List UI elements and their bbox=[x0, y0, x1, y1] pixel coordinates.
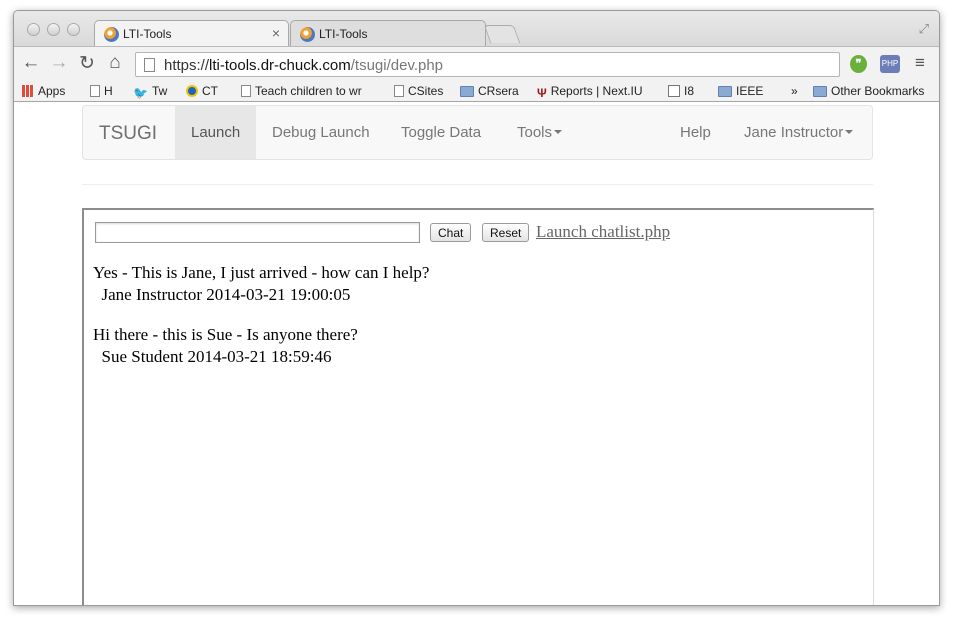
bookmark-label: Other Bookmarks bbox=[831, 84, 925, 98]
bookmark-tw[interactable]: 🐦 Tw bbox=[133, 84, 167, 100]
chat-button[interactable]: Chat bbox=[430, 223, 472, 242]
bookmark-label: CT bbox=[202, 84, 218, 98]
nav-launch[interactable]: Launch bbox=[175, 106, 257, 159]
caret-down-icon bbox=[554, 130, 563, 134]
nav-toggle-data[interactable]: Toggle Data bbox=[401, 124, 481, 141]
bookmark-csites[interactable]: CSites bbox=[394, 84, 443, 98]
reset-button[interactable]: Reset bbox=[482, 223, 530, 242]
folder-icon bbox=[718, 86, 732, 97]
url-scheme: https:// bbox=[164, 57, 210, 74]
bookmark-label: Apps bbox=[38, 84, 66, 98]
divider bbox=[82, 184, 873, 185]
nav-tools-label: Tools bbox=[517, 124, 553, 141]
bookmark-label: Tw bbox=[151, 84, 168, 98]
tool-iframe: Chat Reset Launch chatlist.php Yes - Thi… bbox=[82, 208, 874, 605]
evernote-extension-icon[interactable]: ❞ bbox=[850, 55, 867, 73]
tab-title: LTI-Tools bbox=[319, 27, 368, 41]
navbar-brand[interactable]: TSUGI bbox=[99, 123, 157, 145]
folder-icon bbox=[460, 86, 474, 97]
back-arrow-icon[interactable]: ← bbox=[20, 52, 42, 74]
lti-favicon-icon bbox=[300, 27, 315, 42]
nav-user-label: Jane Instructor bbox=[744, 124, 844, 141]
ct-icon bbox=[186, 85, 198, 97]
fullscreen-icon[interactable]: ⤢ bbox=[919, 21, 929, 37]
page-icon bbox=[241, 85, 251, 97]
caret-down-icon bbox=[845, 130, 854, 134]
bookmark-label: Teach children to wr bbox=[255, 84, 362, 98]
nav-tools-dropdown[interactable]: Tools bbox=[517, 124, 563, 141]
home-icon[interactable]: ⌂ bbox=[104, 52, 126, 74]
browser-tab-active[interactable]: LTI-Tools × bbox=[94, 20, 289, 47]
new-tab-button[interactable] bbox=[483, 25, 521, 43]
launch-chatlist-link[interactable]: Launch chatlist.php bbox=[536, 222, 670, 242]
message-text: Yes - This is Jane, I just arrived - how… bbox=[93, 263, 430, 282]
twitter-icon: 🐦 bbox=[133, 86, 148, 100]
iu-icon: Ψ bbox=[537, 86, 547, 100]
minimize-window-button[interactable] bbox=[47, 23, 60, 36]
i8-icon bbox=[668, 85, 680, 97]
tsugi-navbar: TSUGI Launch Debug Launch Toggle Data To… bbox=[82, 105, 873, 160]
address-bar[interactable]: https://lti-tools.dr-chuck.com/tsugi/dev… bbox=[135, 52, 840, 77]
nav-debug-launch[interactable]: Debug Launch bbox=[272, 124, 370, 141]
bookmark-crsera[interactable]: CRsera bbox=[460, 84, 519, 98]
page-icon bbox=[90, 85, 100, 97]
bookmark-apps[interactable]: Apps bbox=[22, 84, 65, 98]
tab-title: LTI-Tools bbox=[123, 27, 172, 41]
apps-icon bbox=[22, 85, 34, 97]
chat-input[interactable] bbox=[95, 222, 420, 243]
reload-icon[interactable]: ↻ bbox=[76, 52, 98, 75]
bookmark-ct[interactable]: CT bbox=[186, 84, 218, 98]
bookmark-label: IEEE bbox=[736, 84, 764, 98]
page-icon bbox=[144, 58, 155, 72]
page-viewport: TSUGI Launch Debug Launch Toggle Data To… bbox=[14, 103, 939, 605]
browser-window: LTI-Tools × LTI-Tools ⤢ ← → ↻ ⌂ https://… bbox=[13, 10, 940, 606]
browser-tab-inactive[interactable]: LTI-Tools bbox=[290, 20, 486, 47]
url-path: /tsugi/dev.php bbox=[350, 57, 444, 74]
nav-help[interactable]: Help bbox=[680, 124, 711, 141]
php-extension-icon[interactable]: PHP bbox=[880, 55, 900, 73]
folder-icon bbox=[813, 86, 827, 97]
bookmark-label: CRsera bbox=[478, 84, 519, 98]
nav-user-dropdown[interactable]: Jane Instructor bbox=[744, 124, 854, 141]
bookmark-i8[interactable]: I8 bbox=[668, 84, 694, 98]
bookmark-label: I8 bbox=[684, 84, 695, 98]
bookmark-reports-next-iu[interactable]: Ψ Reports | Next.IU bbox=[537, 84, 643, 100]
tab-strip: LTI-Tools × LTI-Tools ⤢ bbox=[14, 11, 939, 47]
chat-message: Yes - This is Jane, I just arrived - how… bbox=[93, 262, 429, 306]
tab-close-icon[interactable]: × bbox=[272, 25, 280, 41]
bookmarks-bar: Apps H 🐦 Tw CT Teach children to wr CSite… bbox=[14, 80, 939, 102]
message-meta: Jane Instructor 2014-03-21 19:00:05 bbox=[93, 285, 351, 304]
bookmark-teach-children[interactable]: Teach children to wr bbox=[241, 84, 367, 98]
close-window-button[interactable] bbox=[27, 23, 40, 36]
page-icon bbox=[394, 85, 404, 97]
lti-favicon-icon bbox=[104, 27, 119, 42]
bookmark-h[interactable]: H bbox=[90, 84, 113, 98]
message-meta: Sue Student 2014-03-21 18:59:46 bbox=[93, 347, 332, 366]
browser-menu-icon[interactable]: ≡ bbox=[915, 53, 925, 73]
bookmarks-overflow-chevron[interactable]: » bbox=[791, 84, 798, 98]
bookmark-ieee[interactable]: IEEE bbox=[718, 84, 763, 98]
bookmark-label: H bbox=[104, 84, 113, 98]
message-text: Hi there - this is Sue - Is anyone there… bbox=[93, 325, 358, 344]
zoom-window-button[interactable] bbox=[67, 23, 80, 36]
bookmark-other-bookmarks[interactable]: Other Bookmarks bbox=[813, 84, 924, 98]
chat-message: Hi there - this is Sue - Is anyone there… bbox=[93, 324, 358, 368]
browser-toolbar: ← → ↻ ⌂ https://lti-tools.dr-chuck.com/t… bbox=[14, 46, 939, 80]
bookmark-label: Reports | Next.IU bbox=[550, 84, 643, 98]
forward-arrow-icon[interactable]: → bbox=[48, 52, 70, 74]
url-host: lti-tools.dr-chuck.com bbox=[209, 57, 351, 74]
bookmark-label: CSites bbox=[408, 84, 444, 98]
